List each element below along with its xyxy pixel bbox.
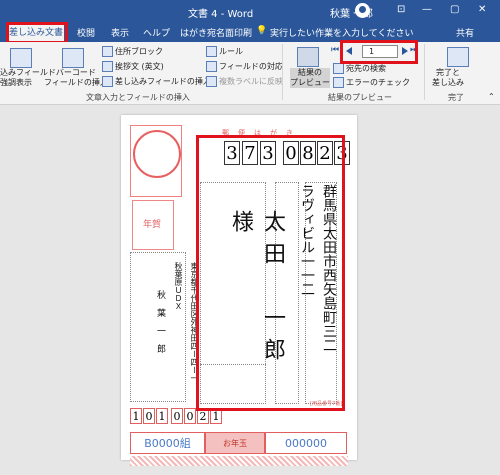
find-recipient-button[interactable]: 宛先の検索 bbox=[333, 63, 386, 74]
sender-zip-digit: 1 bbox=[130, 408, 142, 424]
lottery-emblem: お年玉 bbox=[205, 432, 265, 454]
update-labels-button[interactable]: 複数ラベルに反映 bbox=[206, 76, 283, 87]
preview-results-button[interactable]: 結果の プレビュー bbox=[290, 68, 330, 88]
ribbon-display-icon[interactable]: ⊡ bbox=[397, 4, 405, 15]
barcode-field-button[interactable]: バーコード フィールドの挿入 bbox=[44, 68, 108, 88]
match-fields-button[interactable]: フィールドの対応 bbox=[206, 61, 283, 72]
collapse-ribbon-icon[interactable]: ⌃ bbox=[488, 92, 495, 101]
update-labels-label: 複数ラベルに反映 bbox=[219, 77, 283, 86]
update-labels-icon bbox=[206, 76, 217, 87]
find-recipient-label: 宛先の検索 bbox=[346, 64, 386, 73]
sender-zip-digit: 0 bbox=[171, 408, 183, 424]
check-errors-icon bbox=[333, 77, 344, 88]
window-title: 文書 4 - Word bbox=[188, 9, 254, 20]
highlight-record-box bbox=[340, 40, 418, 64]
ribbon: 込みフィールド 強調表示 バーコード フィールドの挿入 住所ブロック 挨拶文 (… bbox=[0, 42, 500, 105]
group-label-finish: 完了 bbox=[448, 93, 464, 102]
greeting-icon bbox=[102, 61, 113, 72]
restore-button[interactable]: ▢ bbox=[450, 4, 459, 15]
insert-merge-field-label: 差し込みフィールドの挿入 bbox=[115, 77, 211, 86]
stamp-emblem bbox=[133, 130, 181, 178]
greeting-line-button[interactable]: 挨拶文 (英文) bbox=[102, 61, 164, 72]
decorative-band bbox=[130, 456, 348, 466]
preview-results-icon bbox=[297, 47, 319, 67]
sender-zip-digit: 0 bbox=[143, 408, 155, 424]
ribbon-separator bbox=[424, 44, 425, 100]
lightbulb-icon: 💡 bbox=[256, 26, 268, 36]
nenga-label: 年賀 bbox=[143, 220, 162, 230]
find-recipient-icon bbox=[333, 63, 344, 74]
rules-button[interactable]: ルール bbox=[206, 46, 243, 57]
finish-merge-button[interactable]: 完了と 差し込み bbox=[432, 68, 464, 88]
rules-icon bbox=[206, 46, 217, 57]
finish-merge-icon bbox=[447, 47, 469, 67]
match-fields-icon bbox=[206, 61, 217, 72]
merge-field-icon bbox=[102, 76, 113, 87]
title-bar: 文書 4 - Word 秋葉 一郎 ⊡ — ▢ ✕ bbox=[0, 0, 500, 22]
insert-merge-field-button[interactable]: 差し込みフィールドの挿入 bbox=[102, 76, 211, 87]
tab-help[interactable]: ヘルプ bbox=[143, 26, 170, 39]
lottery-serial-number: 000000 bbox=[265, 432, 347, 454]
barcode-icon bbox=[62, 48, 84, 68]
address-block-icon bbox=[102, 46, 113, 57]
highlight-fields-icon bbox=[10, 48, 32, 68]
avatar[interactable] bbox=[355, 3, 370, 18]
minimize-button[interactable]: — bbox=[422, 4, 432, 15]
sender-zip-digit: 0 bbox=[184, 408, 196, 424]
check-errors-button[interactable]: エラーのチェック bbox=[333, 77, 410, 88]
rules-label: ルール bbox=[219, 47, 243, 56]
tell-me-search[interactable]: 実行したい作業を入力してください bbox=[270, 26, 413, 39]
tab-postcard[interactable]: はがき宛名面印刷 bbox=[180, 26, 252, 39]
share-button[interactable]: 共有 bbox=[456, 26, 474, 39]
group-label-fields: 文章入力とフィールドの挿入 bbox=[86, 93, 190, 102]
group-label-preview: 結果のプレビュー bbox=[328, 93, 392, 102]
sender-name: 秋 葉 一 郎 bbox=[155, 290, 165, 353]
tab-view[interactable]: 表示 bbox=[111, 26, 129, 39]
highlight-tab-box bbox=[6, 22, 68, 44]
ribbon-separator bbox=[282, 44, 283, 100]
address-block-label: 住所ブロック bbox=[115, 47, 163, 56]
greeting-label: 挨拶文 (英文) bbox=[115, 62, 164, 71]
close-button[interactable]: ✕ bbox=[478, 4, 486, 15]
check-errors-label: エラーのチェック bbox=[346, 78, 410, 87]
sender-zip-digit: 1 bbox=[156, 408, 168, 424]
tab-review[interactable]: 校閲 bbox=[77, 26, 95, 39]
address-block-button[interactable]: 住所ブロック bbox=[102, 46, 163, 57]
highlight-recipient-box bbox=[196, 135, 345, 411]
match-fields-label: フィールドの対応 bbox=[219, 62, 283, 71]
ribbon-tabs: 差し込み文書 校閲 表示 ヘルプ はがき宛名面印刷 💡 実行したい作業を入力して… bbox=[0, 22, 500, 42]
first-record-icon[interactable]: ⏮ bbox=[331, 45, 339, 55]
lottery-group-number: B0000組 bbox=[130, 432, 205, 454]
